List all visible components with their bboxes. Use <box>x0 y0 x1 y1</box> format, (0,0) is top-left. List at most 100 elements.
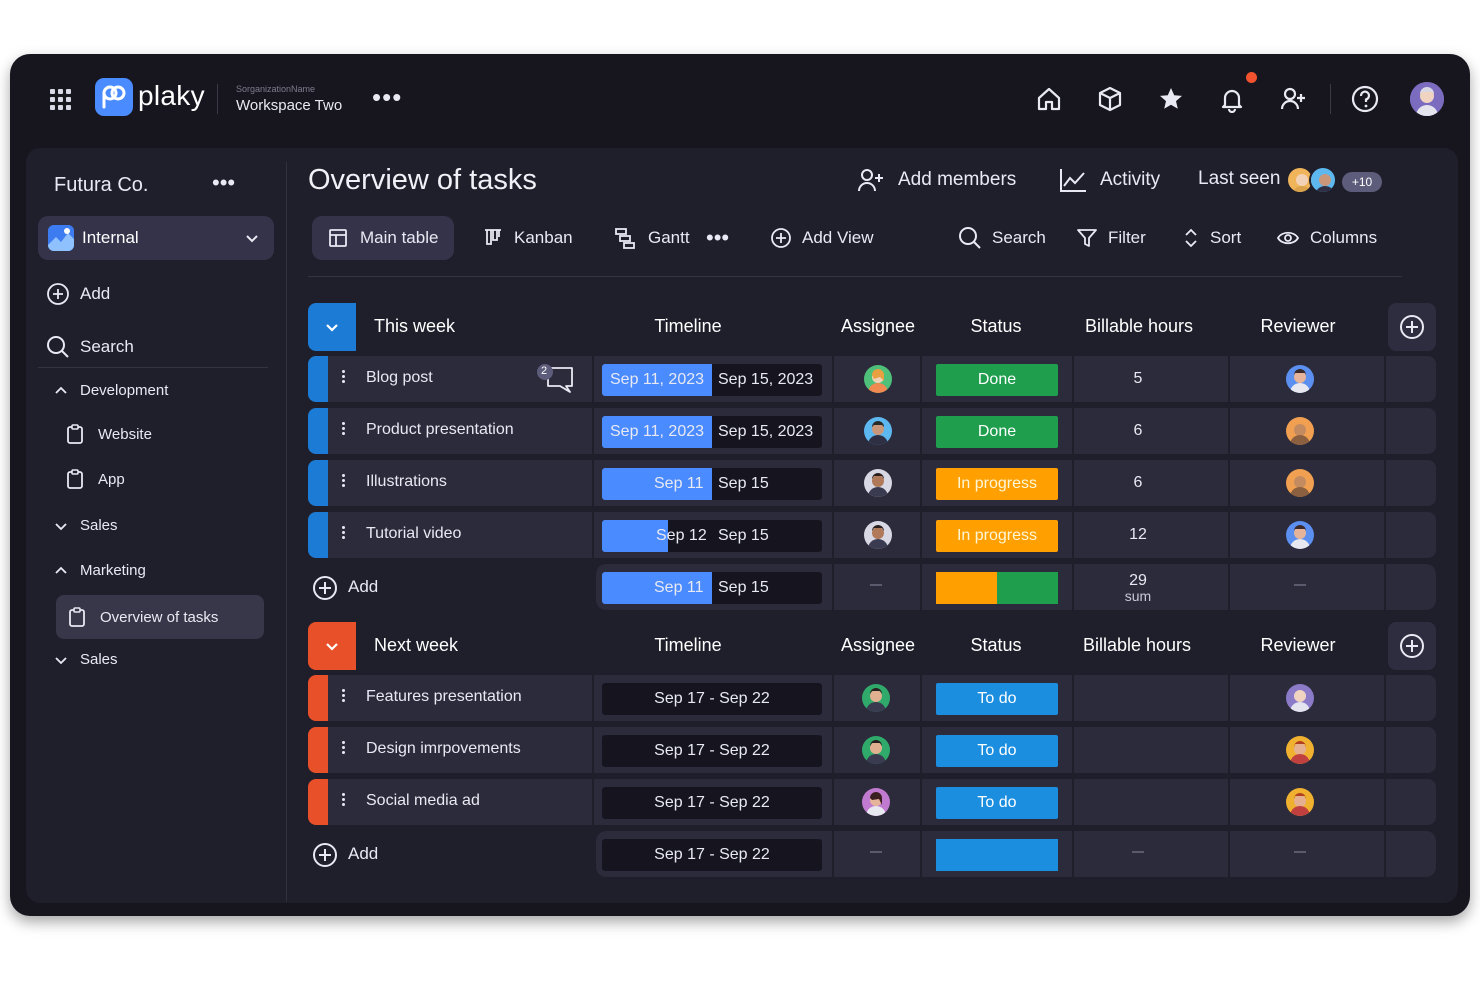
column-header-reviewer[interactable]: Reviewer <box>1252 635 1344 656</box>
status-badge[interactable]: In progress <box>936 520 1058 552</box>
row-menu-icon[interactable] <box>338 472 348 494</box>
assignee-avatar[interactable] <box>862 684 890 712</box>
more-viewers-badge[interactable]: +10 <box>1342 172 1382 192</box>
board-overview-of-tasks[interactable]: Overview of tasks <box>56 595 264 639</box>
status-badge[interactable]: Done <box>936 364 1058 396</box>
folder-development[interactable]: Development <box>54 382 168 399</box>
activity-button[interactable]: Activity <box>1058 166 1160 194</box>
timeline-cell[interactable]: Sep 11, 2023 Sep 15, 2023 <box>602 364 822 396</box>
user-avatar[interactable] <box>1309 166 1337 194</box>
timeline-cell[interactable]: Sep 11, 2023 Sep 15, 2023 <box>602 416 822 448</box>
task-name[interactable]: Social media ad <box>366 792 480 810</box>
group-title[interactable]: Next week <box>374 635 458 656</box>
task-name[interactable]: Illustrations <box>366 473 447 491</box>
sort-button[interactable]: Sort <box>1182 216 1241 260</box>
column-header-billable-hours[interactable]: Billable hours <box>1074 635 1200 656</box>
add-column-button[interactable] <box>1388 622 1436 670</box>
comment-icon[interactable]: 2 <box>536 364 576 394</box>
row-menu-icon[interactable] <box>338 368 348 390</box>
tab-main-table[interactable]: Main table <box>312 216 455 260</box>
column-header-assignee[interactable]: Assignee <box>832 635 924 656</box>
timeline-cell[interactable]: Sep 17 - Sep 22 <box>602 683 822 715</box>
assignee-avatar[interactable] <box>864 469 892 497</box>
timeline-cell[interactable]: Sep 17 - Sep 22 <box>602 787 822 819</box>
billable-hours[interactable]: 5 <box>1108 370 1168 388</box>
status-badge[interactable]: To do <box>936 787 1058 819</box>
task-name[interactable]: Blog post <box>366 369 433 387</box>
status-badge[interactable]: To do <box>936 735 1058 767</box>
apps-grid-icon[interactable] <box>50 89 72 111</box>
status-badge[interactable]: In progress <box>936 468 1058 500</box>
table-row[interactable]: Features presentation Sep 17 - Sep 22 To… <box>308 675 1436 721</box>
filter-button[interactable]: Filter <box>1076 216 1146 260</box>
task-name[interactable]: Product presentation <box>366 421 514 439</box>
billable-hours[interactable]: 6 <box>1108 422 1168 440</box>
reviewer-avatar[interactable] <box>1286 365 1314 393</box>
status-badge[interactable]: Done <box>936 416 1058 448</box>
column-header-billable-hours[interactable]: Billable hours <box>1078 316 1200 337</box>
timeline-cell[interactable]: Sep 12 Sep 15 <box>602 520 822 552</box>
more-horizontal-icon[interactable]: ••• <box>212 170 235 196</box>
table-row[interactable]: Product presentation Sep 11, 2023 Sep 15… <box>308 408 1436 454</box>
star-icon[interactable] <box>1154 82 1188 116</box>
folder-marketing[interactable]: Marketing <box>54 562 146 579</box>
reviewer-avatar[interactable] <box>1286 521 1314 549</box>
column-header-status[interactable]: Status <box>956 635 1036 656</box>
group-collapse-toggle[interactable] <box>308 622 356 670</box>
folder-sales[interactable]: Sales <box>54 517 118 534</box>
search-button[interactable]: Search <box>958 216 1046 260</box>
more-horizontal-icon[interactable]: ••• <box>372 82 402 113</box>
board-app[interactable]: App <box>66 469 125 489</box>
table-row[interactable]: Illustrations Sep 11 Sep 15 In progress … <box>308 460 1436 506</box>
table-row[interactable]: Blog post 2 Sep 11, 2023 Sep 15, 2023 Do… <box>308 356 1436 402</box>
assignee-avatar[interactable] <box>864 521 892 549</box>
sidebar-add-button[interactable]: Add <box>46 282 110 306</box>
task-name[interactable]: Tutorial video <box>366 525 461 543</box>
folder-sales[interactable]: Sales <box>54 651 118 668</box>
assignee-avatar[interactable] <box>864 365 892 393</box>
task-name[interactable]: Design imrpovements <box>366 740 521 758</box>
reviewer-avatar[interactable] <box>1286 417 1314 445</box>
column-header-timeline[interactable]: Timeline <box>634 635 742 656</box>
column-header-reviewer[interactable]: Reviewer <box>1252 316 1344 337</box>
tab-kanban[interactable]: Kanban <box>482 216 573 260</box>
row-menu-icon[interactable] <box>338 524 348 546</box>
plaky-logo-icon[interactable] <box>95 78 133 116</box>
row-menu-icon[interactable] <box>338 739 348 761</box>
group-collapse-toggle[interactable] <box>308 303 356 351</box>
billable-hours[interactable]: 6 <box>1108 474 1168 492</box>
row-menu-icon[interactable] <box>338 687 348 709</box>
timeline-cell[interactable]: Sep 11 Sep 15 <box>602 468 822 500</box>
reviewer-avatar[interactable] <box>1286 736 1314 764</box>
status-badge[interactable]: To do <box>936 683 1058 715</box>
task-name[interactable]: Features presentation <box>366 688 522 706</box>
add-item-button[interactable]: Add <box>308 564 608 610</box>
reviewer-avatar[interactable] <box>1286 684 1314 712</box>
assignee-avatar[interactable] <box>862 736 890 764</box>
row-menu-icon[interactable] <box>338 791 348 813</box>
add-view-button[interactable]: Add View <box>770 216 874 260</box>
sidebar-search-button[interactable]: Search <box>46 335 134 359</box>
add-user-icon[interactable] <box>1276 82 1310 116</box>
home-icon[interactable] <box>1032 82 1066 116</box>
assignee-avatar[interactable] <box>862 788 890 816</box>
bell-icon[interactable] <box>1215 82 1249 116</box>
tab-gantt[interactable]: Gantt <box>614 216 690 260</box>
row-menu-icon[interactable] <box>338 420 348 442</box>
columns-button[interactable]: Columns <box>1276 216 1377 260</box>
add-column-button[interactable] <box>1388 303 1436 351</box>
column-header-assignee[interactable]: Assignee <box>832 316 924 337</box>
group-title[interactable]: This week <box>374 316 455 337</box>
add-item-button[interactable]: Add <box>308 831 608 877</box>
column-header-timeline[interactable]: Timeline <box>634 316 742 337</box>
table-row[interactable]: Tutorial video Sep 12 Sep 15 In progress… <box>308 512 1436 558</box>
reviewer-avatar[interactable] <box>1286 788 1314 816</box>
billable-hours[interactable]: 12 <box>1108 526 1168 544</box>
timeline-cell[interactable]: Sep 17 - Sep 22 <box>602 735 822 767</box>
add-members-button[interactable]: Add members <box>856 166 1016 194</box>
workspace-name[interactable]: Workspace Two <box>236 97 342 114</box>
help-icon[interactable] <box>1348 82 1382 116</box>
more-views-icon[interactable]: ••• <box>706 216 729 260</box>
column-header-status[interactable]: Status <box>956 316 1036 337</box>
box-icon[interactable] <box>1093 82 1127 116</box>
